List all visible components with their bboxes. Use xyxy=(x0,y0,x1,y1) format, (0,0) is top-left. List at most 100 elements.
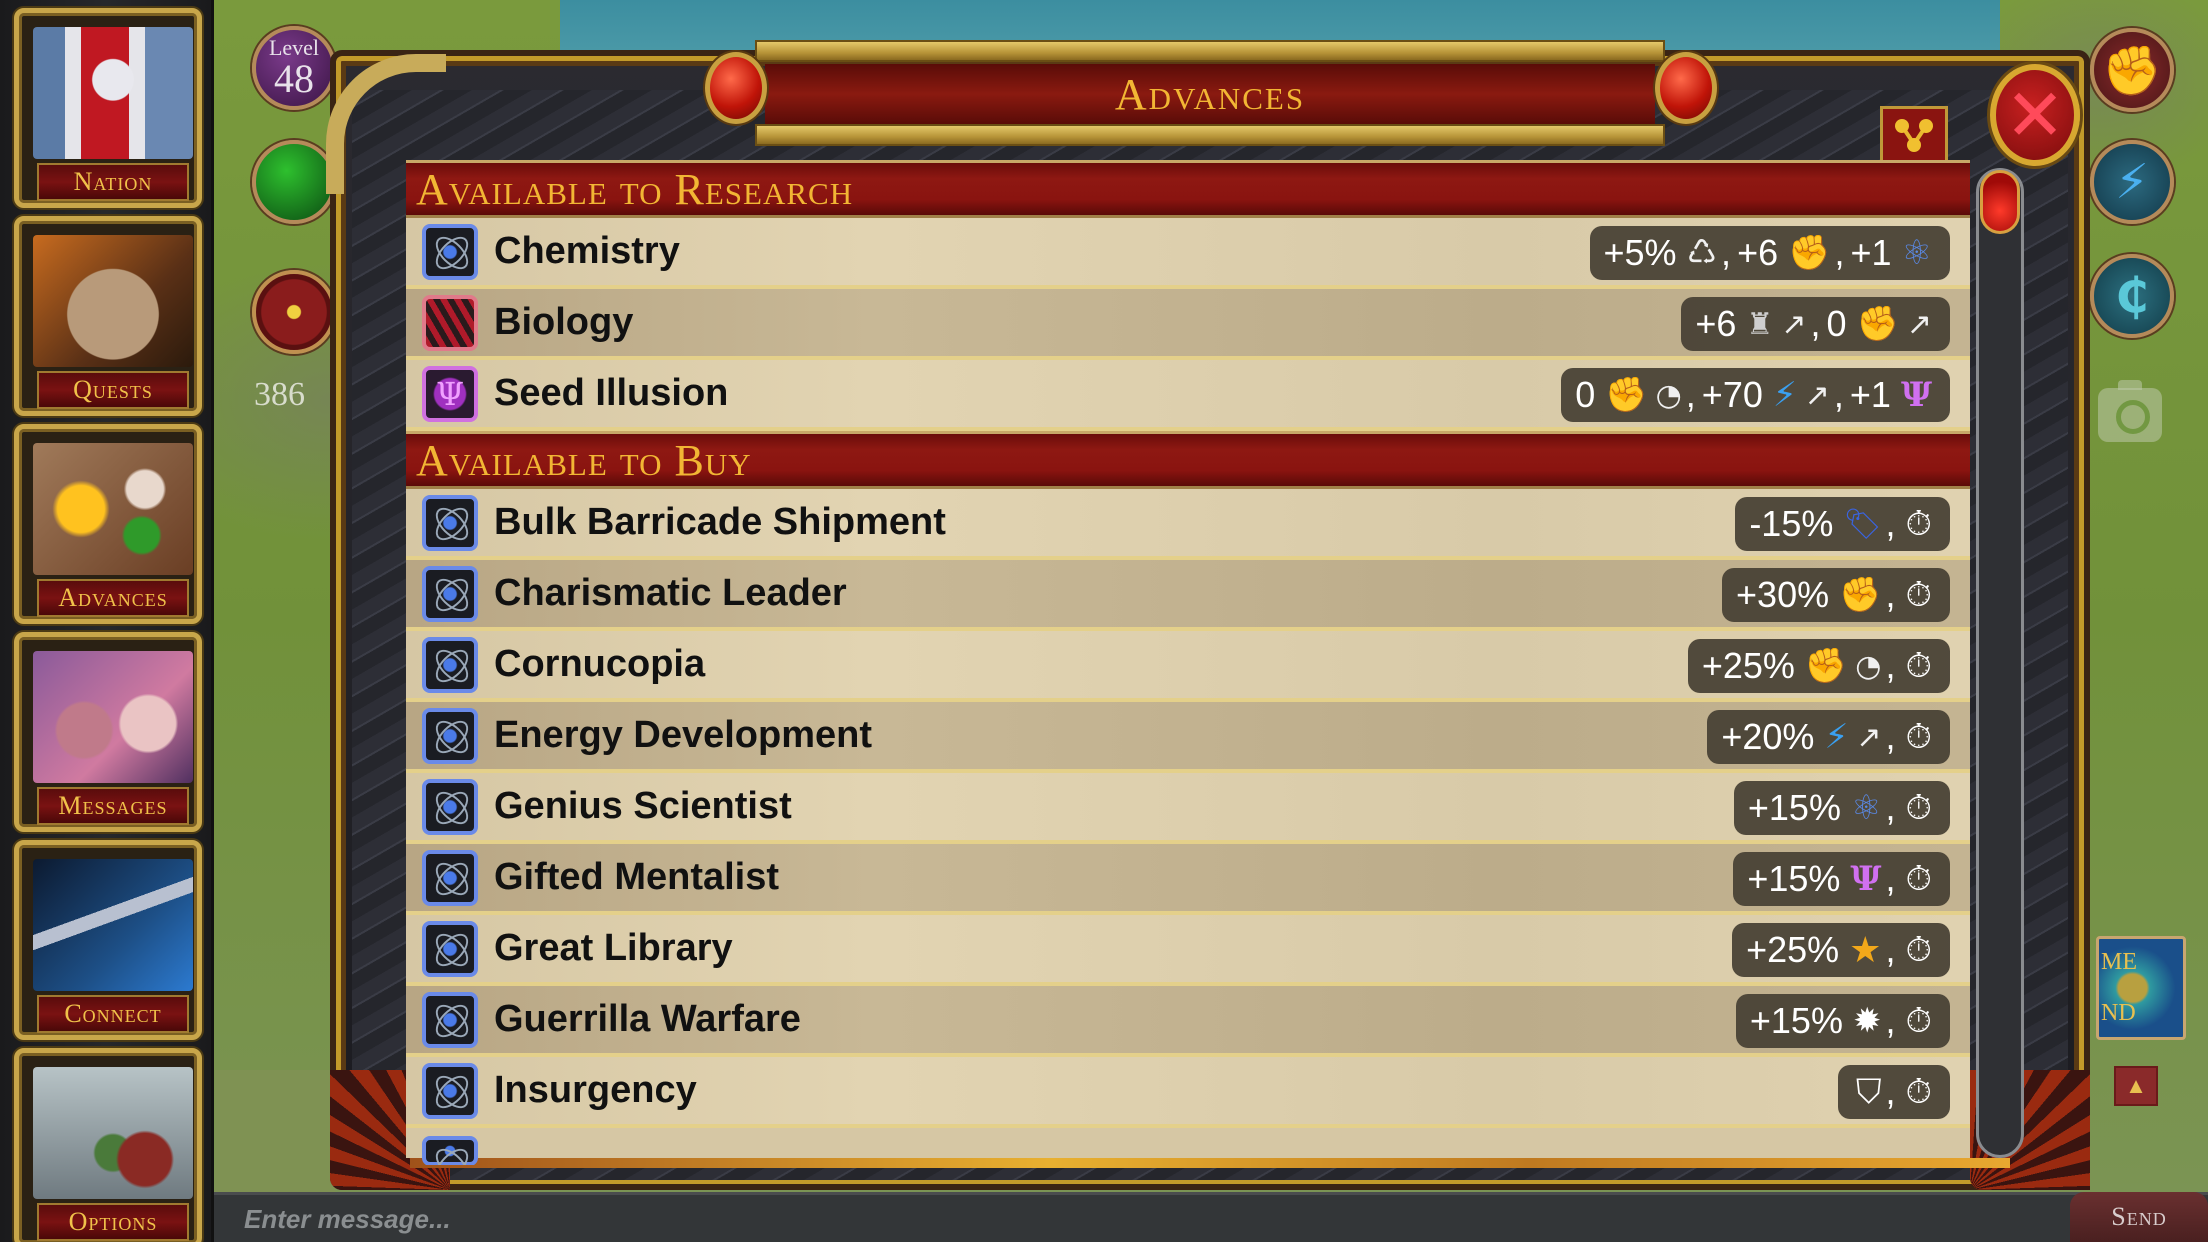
effect-summary: +5% ♺, +6 ✊, +1 ⚛ xyxy=(1589,226,1950,280)
close-button[interactable]: ✕ xyxy=(1990,64,2080,166)
effect: +1 Ψ xyxy=(1850,374,1936,416)
red-gem-ornament xyxy=(1655,52,1717,124)
messages-faces-icon xyxy=(33,651,193,783)
credits-button[interactable]: ₵ xyxy=(2090,254,2174,338)
sidebar-item-label: Options xyxy=(37,1203,189,1241)
atom-icon: ⚛ xyxy=(1850,788,1882,828)
nav-frame: Messages xyxy=(14,632,202,832)
sidebar-item-quests[interactable]: Quests xyxy=(14,216,202,416)
effect: 0 ✊ ◔, xyxy=(1575,374,1702,416)
effect: ⏱ xyxy=(1901,1001,1936,1041)
advance-name: Biology xyxy=(494,301,634,343)
list-item[interactable]: Genius Scientist +15% ⚛, ⏱ xyxy=(406,773,1970,844)
level-badge[interactable]: Level 48 xyxy=(252,26,336,110)
fist-icon: ✊ xyxy=(1856,304,1899,344)
tech-tree-icon xyxy=(1895,119,1933,152)
list-item[interactable]: Ψ Seed Illusion 0 ✊ ◔, +70 ⚡ ↗, +1 Ψ xyxy=(406,360,1970,431)
effect-summary: +25% ✊ ◔, ⏱ xyxy=(1687,639,1950,693)
tech-tree-button[interactable] xyxy=(1880,106,1948,164)
list-item[interactable]: Bulk Barricade Shipment -15% 🏷, ⏱ xyxy=(406,489,1970,560)
sidebar-item-connect[interactable]: Connect xyxy=(14,840,202,1040)
effect-value: +15% xyxy=(1749,1000,1843,1041)
atom-icon xyxy=(422,991,478,1048)
quests-map-icon xyxy=(33,235,193,367)
map-terrain xyxy=(215,1070,335,1210)
chat-message-input[interactable] xyxy=(244,1201,2044,1237)
sidebar-item-nation[interactable]: Nation xyxy=(14,8,202,208)
separator: , xyxy=(1885,574,1896,615)
gauge-icon: ◔ xyxy=(1855,648,1882,684)
sidebar-item-label: Nation xyxy=(37,163,189,201)
list-item[interactable]: Cornucopia +25% ✊ ◔, ⏱ xyxy=(406,631,1970,702)
list-item[interactable]: Great Library +25% ★, ⏱ xyxy=(406,915,1970,986)
trend-up-icon: ↗ xyxy=(1804,377,1830,413)
research-rows: Chemistry +5% ♺, +6 ✊, +1 ⚛ Biology +6 ♜ ↗, 0 ✊ ↗ Ψ See… xyxy=(406,218,1970,431)
sidebar-item-messages[interactable]: Messages xyxy=(14,632,202,832)
sidebar-item-options[interactable]: Options xyxy=(14,1048,202,1242)
effect-value: +25% xyxy=(1701,645,1795,686)
nav-frame: Nation xyxy=(14,8,202,208)
advance-name: Charismatic Leader xyxy=(494,572,847,614)
effect-summary: +15% ⚛, ⏱ xyxy=(1733,781,1950,835)
scrollbar-track[interactable] xyxy=(1976,168,2024,1158)
timer-icon: ⏱ xyxy=(1905,930,1932,970)
list-item[interactable]: Biology +6 ♜ ↗, 0 ✊ ↗ xyxy=(406,289,1970,360)
list-item[interactable]: Insurgency ⛉, ⏱ xyxy=(406,1057,1970,1128)
burst-icon: ✹ xyxy=(1852,1001,1882,1041)
psi-icon: Ψ xyxy=(422,365,478,422)
list-item[interactable]: Energy Development +20% ⚡ ↗, ⏱ xyxy=(406,702,1970,773)
effect-summary: -15% 🏷, ⏱ xyxy=(1735,497,1950,551)
home-island-button[interactable]: ME ND xyxy=(2096,936,2186,1040)
separator: , xyxy=(1885,929,1896,970)
scrollbar-thumb[interactable] xyxy=(1980,170,2020,234)
camera-icon[interactable] xyxy=(2098,380,2162,442)
effect-value: +1 xyxy=(1849,374,1891,415)
send-button[interactable]: Send xyxy=(2070,1192,2208,1242)
separator: , xyxy=(1885,1000,1896,1041)
compass-icon[interactable] xyxy=(252,270,336,354)
atom-icon xyxy=(422,707,478,764)
sidebar-item-label: Quests xyxy=(37,371,189,409)
advance-name: Cornucopia xyxy=(494,643,706,685)
sidebar-item-label: Connect xyxy=(37,995,189,1033)
effect: ⏱ xyxy=(1901,930,1936,970)
list-item[interactable]: Guerrilla Warfare +15% ✹, ⏱ xyxy=(406,986,1970,1057)
list-item[interactable]: Chemistry +5% ♺, +6 ✊, +1 ⚛ xyxy=(406,218,1970,289)
title-rail xyxy=(755,40,1665,62)
effect-value: +15% xyxy=(1747,858,1841,899)
separator: , xyxy=(1885,1071,1896,1112)
advance-name: Chemistry xyxy=(494,230,680,272)
globe-grid-icon[interactable] xyxy=(252,140,336,224)
title-rail xyxy=(755,124,1665,146)
effect: +6 ♜ ↗, xyxy=(1695,303,1826,345)
advances-list: Available to Research Chemistry +5% ♺, +6 ✊,… xyxy=(406,160,1970,1165)
effect-summary: +6 ♜ ↗, 0 ✊ ↗ xyxy=(1681,297,1950,351)
advance-name: Genius Scientist xyxy=(494,785,792,827)
effect-value: +20% xyxy=(1721,716,1815,757)
effect-value: +5% xyxy=(1603,232,1677,273)
effect-value: +6 xyxy=(1695,303,1737,344)
effect-summary: +30% ✊, ⏱ xyxy=(1722,568,1950,622)
list-item[interactable]: Charismatic Leader +30% ✊, ⏱ xyxy=(406,560,1970,631)
effect-value: 0 xyxy=(1826,303,1847,344)
expand-up-button[interactable]: ▲ xyxy=(2114,1066,2158,1106)
advance-name: Energy Development xyxy=(494,714,872,756)
atom-icon xyxy=(422,1062,478,1119)
nav-frame: Options xyxy=(14,1048,202,1242)
timer-icon: ⏱ xyxy=(1905,859,1932,899)
psi-icon: Ψ xyxy=(1850,859,1882,899)
list-item-partial[interactable] xyxy=(406,1128,1970,1165)
effect: +30% ✊, xyxy=(1736,574,1901,616)
effect: +20% ⚡ ↗, xyxy=(1721,716,1901,758)
list-item[interactable]: Gifted Mentalist +15% Ψ, ⏱ xyxy=(406,844,1970,915)
energy-bolt-button[interactable]: ⚡ xyxy=(2090,140,2174,224)
recycle-icon: ♺ xyxy=(1686,233,1718,273)
chat-bar xyxy=(214,1192,2208,1242)
atom-icon: ⚛ xyxy=(1901,233,1932,273)
military-fist-button[interactable]: ✊ xyxy=(2090,28,2174,112)
sidebar-item-advances[interactable]: Advances xyxy=(14,424,202,624)
atom-icon xyxy=(422,1136,478,1165)
effect-summary: ⛉, ⏱ xyxy=(1837,1065,1950,1119)
effect-summary: +15% Ψ, ⏱ xyxy=(1733,852,1950,906)
effect-value: +1 xyxy=(1850,232,1892,273)
